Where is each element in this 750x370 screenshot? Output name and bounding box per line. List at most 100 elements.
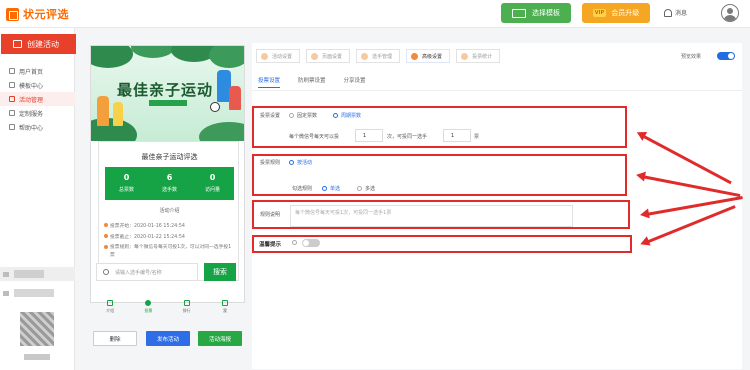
- subtab-share-settings[interactable]: 分享设置: [344, 76, 366, 88]
- stat-value: 0: [123, 173, 130, 182]
- blurred-text: [24, 354, 50, 360]
- activity-banner: 最佳亲子运动: [91, 46, 244, 141]
- choose-template-label: 选择模板: [532, 9, 560, 17]
- radio-circle: [289, 160, 294, 165]
- sidebar-item-home[interactable]: 用户首页: [0, 64, 75, 78]
- divider: [252, 90, 742, 91]
- stat-value: 6: [166, 173, 173, 182]
- radio-fixed-votes[interactable]: 固定票数: [289, 112, 317, 119]
- stat-label: 选手数: [161, 187, 177, 193]
- radio-label: 按活动: [297, 160, 313, 166]
- tab-label: 排行: [182, 308, 191, 313]
- radio-circle: [357, 186, 362, 191]
- create-activity-button[interactable]: 创建活动: [1, 34, 76, 54]
- mobile-tabbar: 介绍 投票 排行 我: [91, 298, 244, 318]
- banner-decor: [91, 46, 133, 68]
- step-label: 页面设置: [322, 53, 343, 60]
- step-activity-settings[interactable]: 活动设置: [256, 49, 301, 63]
- sidebar-item-custom[interactable]: 定制服务: [0, 106, 75, 120]
- radio-by-activity[interactable]: 按活动: [289, 159, 312, 166]
- step-label: 选手管理: [372, 53, 393, 60]
- contestant-search-input[interactable]: 请输入选手编号/名称: [96, 263, 198, 281]
- step-icon: [461, 52, 469, 60]
- sidebar-item-activities[interactable]: 活动管理: [0, 92, 75, 106]
- activity-poster-button[interactable]: 活动海报: [198, 331, 242, 346]
- delete-button[interactable]: 删除: [93, 331, 137, 346]
- bell-icon: [664, 8, 672, 17]
- rule-desc-label: 规则说明: [260, 212, 281, 218]
- step-icon: [261, 52, 268, 60]
- me-icon: [221, 300, 228, 306]
- banner-decor: [131, 46, 175, 58]
- stat-label: 访问量: [204, 187, 220, 193]
- step-vote-statistics[interactable]: 投票统计: [456, 49, 501, 63]
- logo-icon: [6, 7, 19, 21]
- rule-desc-textarea[interactable]: 每个微信号每天可投1次，可投同一选手1票: [290, 205, 573, 227]
- warm-tip-toggle[interactable]: [302, 239, 320, 247]
- tab-rank[interactable]: 排行: [168, 298, 206, 318]
- user-avatar[interactable]: [721, 4, 739, 22]
- subtab-anti-fraud[interactable]: 防刷票设置: [298, 76, 326, 88]
- question-icon: [292, 240, 297, 245]
- blurred-icon: [3, 291, 9, 296]
- blurred-qrcode: [20, 312, 54, 346]
- tab-intro[interactable]: 介绍: [91, 298, 129, 318]
- radio-circle: [333, 113, 338, 118]
- choose-template-button[interactable]: 选择模板: [501, 3, 571, 23]
- tab-me[interactable]: 我: [206, 298, 244, 318]
- tab-label: 我: [222, 308, 227, 313]
- blurred-icon: [3, 272, 9, 277]
- activity-card: 最佳亲子运动评选 0 总票数 6 选手数 0 访问量 活动介绍 投票开始：202…: [98, 141, 239, 281]
- search-placeholder: 请输入选手编号/名称: [115, 269, 162, 276]
- activity-intro-link[interactable]: 活动介绍: [99, 207, 240, 214]
- template-icon: [9, 82, 15, 88]
- sidebar-item-label: 定制服务: [19, 110, 44, 118]
- vote-rule-text: 票: [474, 134, 480, 140]
- blurred-text: [14, 289, 54, 297]
- info-rule: 投票规则：每个微信号每天可投1次，可以对同一选手投1票: [104, 244, 236, 260]
- banner-figure: [97, 96, 109, 126]
- subtab-vote-settings[interactable]: 投票设置: [258, 76, 281, 88]
- tab-label: 介绍: [106, 308, 115, 313]
- sidebar-item-help[interactable]: 帮助中心: [0, 120, 75, 134]
- vip-upgrade-button[interactable]: VIP 会员升级: [582, 3, 650, 23]
- tab-vote[interactable]: 投票: [129, 298, 167, 318]
- search-button[interactable]: 搜索: [204, 263, 236, 281]
- same-contestant-votes-input[interactable]: 1: [443, 129, 471, 142]
- activity-title: 最佳亲子运动评选: [141, 153, 198, 161]
- messages-link[interactable]: 消息: [664, 8, 687, 17]
- step-contestant-management[interactable]: 选手管理: [356, 49, 401, 63]
- banner-decor: [199, 122, 244, 141]
- preview-effect-toggle[interactable]: [717, 52, 735, 60]
- banner-decor: [209, 46, 244, 68]
- daily-votes-input[interactable]: 1: [355, 129, 383, 142]
- home-icon: [9, 68, 15, 74]
- radio-multi-choice[interactable]: 多选: [357, 185, 375, 192]
- step-page-settings[interactable]: 页面设置: [306, 49, 351, 63]
- app-logo[interactable]: 状元评选: [6, 6, 69, 22]
- radio-periodic-votes[interactable]: 周期票数: [333, 112, 361, 119]
- stats-bar: 0 总票数 6 选手数 0 访问量: [105, 167, 234, 200]
- step-advanced-settings[interactable]: 高级设置: [406, 49, 451, 63]
- radio-single-choice[interactable]: 单选: [322, 185, 340, 192]
- logo-text: 状元评选: [23, 8, 69, 21]
- radio-label: 多选: [365, 186, 376, 192]
- preview-effect-label: 预览效果: [681, 54, 702, 60]
- sidebar-item-label: 模板中心: [19, 82, 44, 90]
- radio-circle: [289, 113, 294, 118]
- vote-rule-text: 次，可投同一选手: [387, 134, 428, 140]
- step-label: 活动设置: [272, 53, 293, 60]
- search-icon: [103, 269, 109, 275]
- info-text: 投票截止：2020-01-22 15:24:54: [110, 235, 185, 240]
- warm-tip-label: 温馨提示: [259, 242, 282, 248]
- info-text: 投票规则：每个微信号每天可投1次，可以对同一选手投1票: [110, 245, 232, 258]
- rank-icon: [183, 300, 190, 306]
- publish-activity-button[interactable]: 发布活动: [146, 331, 190, 346]
- radio-circle: [322, 186, 327, 191]
- step-label: 高级设置: [422, 53, 443, 60]
- info-start: 投票开始：2020-01-16 15:24:54: [104, 222, 185, 229]
- ball-icon: [210, 102, 220, 112]
- banner-figure: [113, 102, 123, 126]
- vote-rule-label: 投票规则: [260, 160, 281, 166]
- sidebar-item-templates[interactable]: 模板中心: [0, 78, 75, 92]
